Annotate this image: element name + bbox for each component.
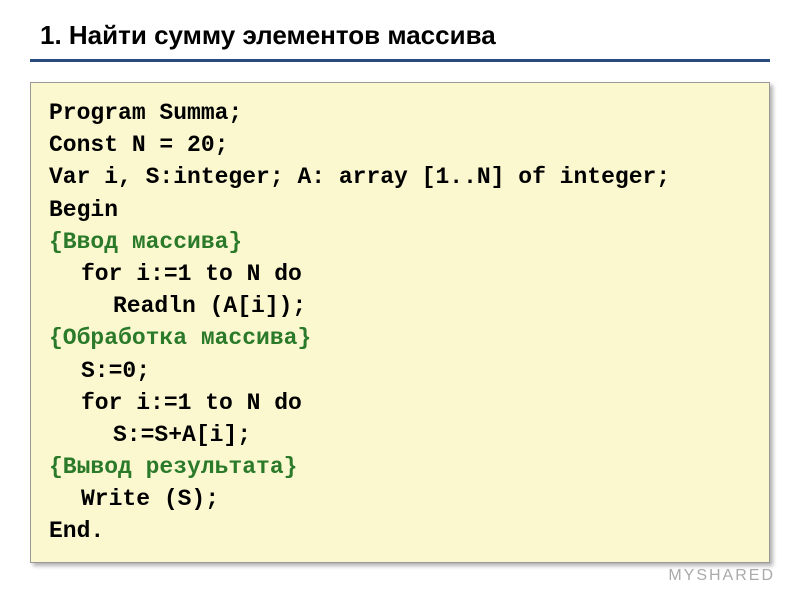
title-underline [30,59,770,62]
code-line: Var i, S:integer; A: array [1..N] of int… [49,161,751,193]
code-line: End. [49,515,751,547]
watermark: MYSHARED [668,567,775,585]
code-line: Begin [49,194,751,226]
code-comment: {Обработка массива} [49,322,751,354]
slide-title: 1. Найти сумму элементов массива [30,20,770,59]
code-line: Program Summa; [49,97,751,129]
code-line: Readln (A[i]); [49,290,751,322]
code-line: for i:=1 to N do [49,258,751,290]
code-line: Write (S); [49,483,751,515]
code-line: for i:=1 to N do [49,387,751,419]
code-comment: {Ввод массива} [49,226,751,258]
slide-title-container: 1. Найти сумму элементов массива [30,20,770,62]
code-comment: {Вывод результата} [49,451,751,483]
code-line: S:=S+A[i]; [49,419,751,451]
code-line: Const N = 20; [49,129,751,161]
code-block: Program Summa; Const N = 20; Var i, S:in… [30,82,770,563]
code-line: S:=0; [49,355,751,387]
